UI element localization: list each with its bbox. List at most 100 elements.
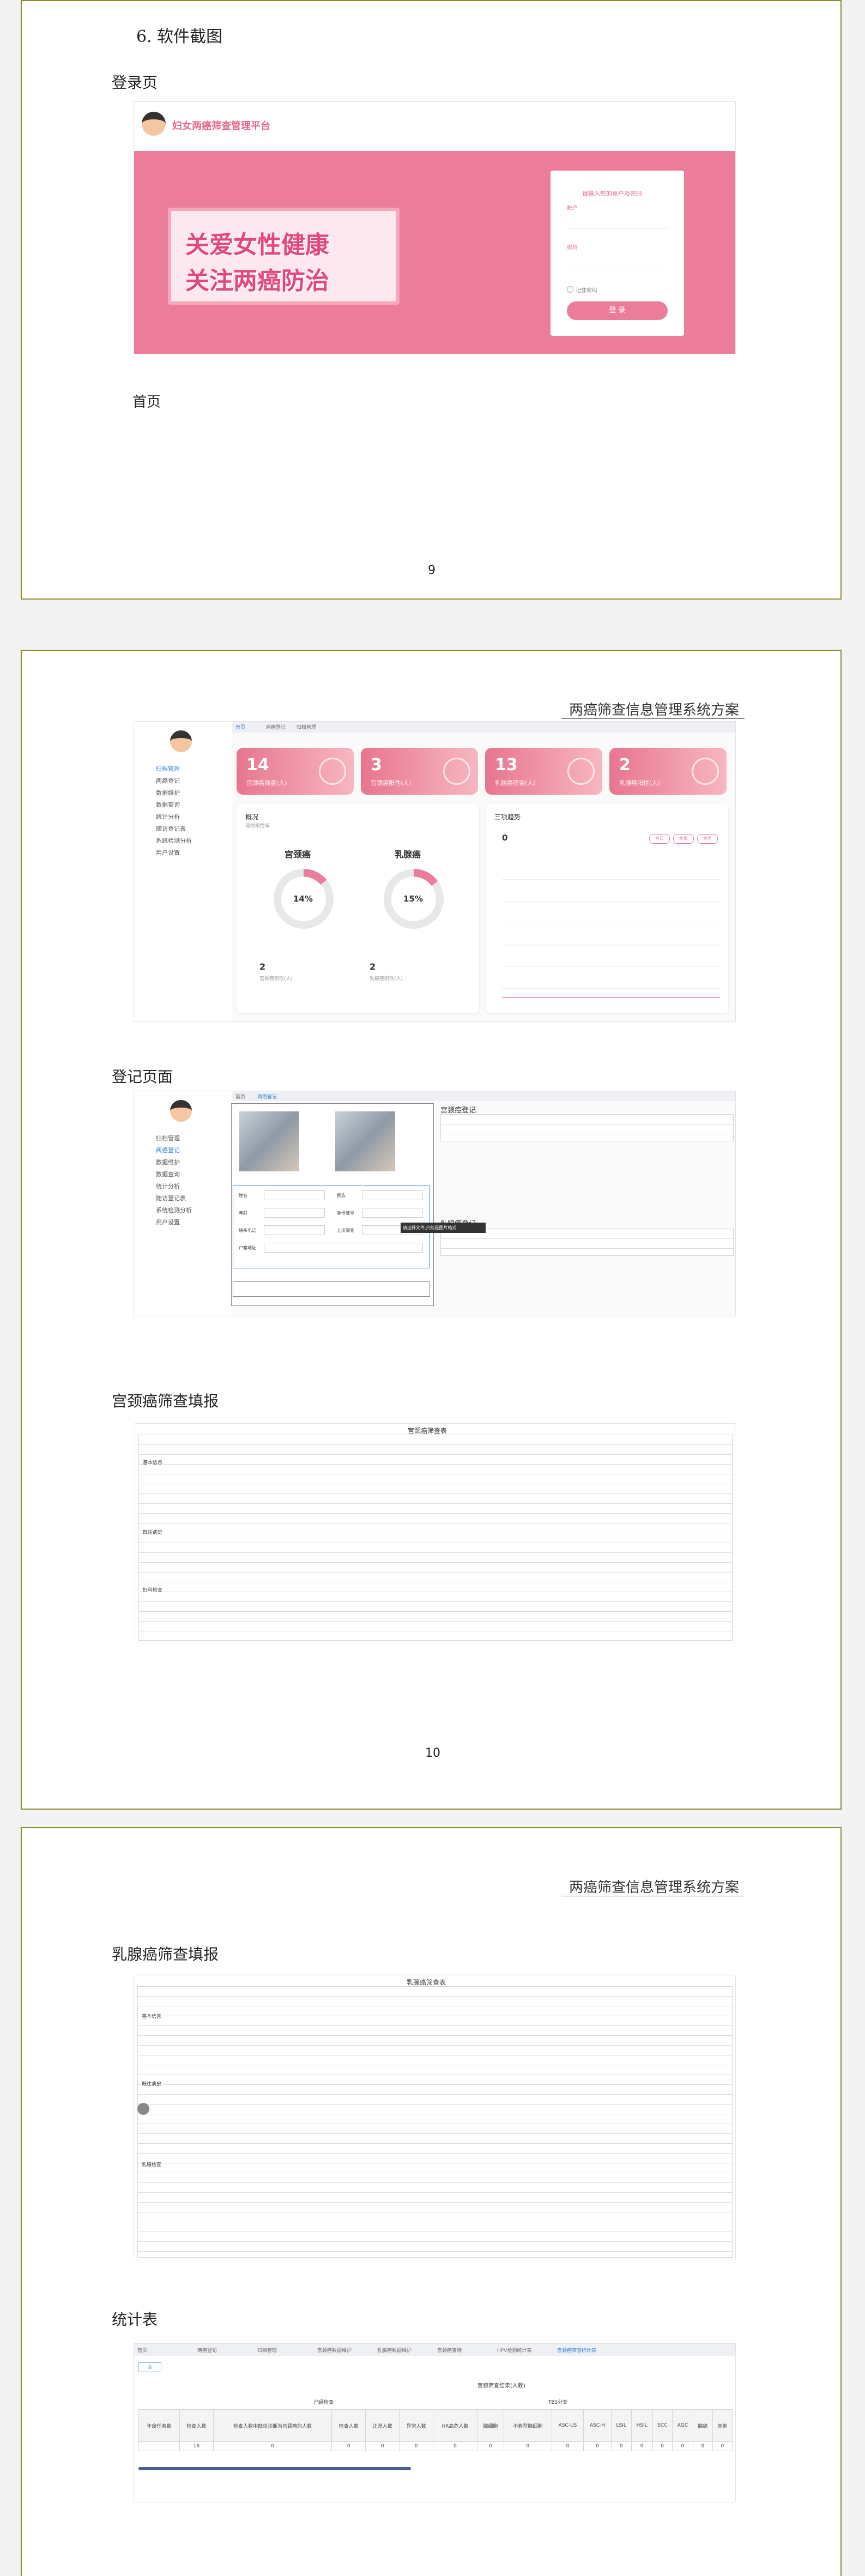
home-tab-1[interactable]: 两癌登记 <box>266 723 286 730</box>
form-input-1[interactable] <box>362 1190 423 1200</box>
stats-tab-5[interactable]: 宫颈癌查询 <box>437 2347 462 2354</box>
account-input[interactable] <box>567 212 668 229</box>
stats-column-header: 正常人数 <box>365 2409 400 2442</box>
chart-icon <box>443 758 470 785</box>
form-input-6[interactable] <box>264 1243 423 1253</box>
form-label-1: 民族 <box>337 1193 346 1198</box>
print-button[interactable]: ⎙ <box>138 2362 161 2372</box>
sidebar-item-1[interactable]: 两癌登记 <box>156 776 180 785</box>
breast-group-basic: 基本信息 <box>142 2012 162 2019</box>
cervical-count-label: 宫颈癌阳性(人) <box>259 976 293 982</box>
reg-sidebar-item-5[interactable]: 随访登记表 <box>156 1194 186 1202</box>
stats-column-header: 检查人数 <box>331 2409 366 2442</box>
breast-title: 乳腺癌 <box>395 849 421 860</box>
registration-form: 姓名 民族 年龄 身份证号 联系电话 上次筛查 户籍地址 请选择文件,只能是图片格式 <box>231 1103 486 1306</box>
stats-column-header: 腺癌 <box>692 2409 713 2442</box>
stats-column-header: HSIL <box>631 2409 653 2442</box>
stats-tab-4[interactable]: 乳腺癌数据维护 <box>377 2347 412 2354</box>
sidebar-item-0[interactable]: 归档管理 <box>156 764 180 773</box>
chart-icon <box>319 758 346 785</box>
table-scrollbar[interactable] <box>138 2467 411 2470</box>
trend-value: 0 <box>502 833 508 843</box>
sidebar-logo-icon <box>170 1100 192 1122</box>
reg-sidebar-item-4[interactable]: 统计分析 <box>156 1182 180 1190</box>
reg-sidebar-item-6[interactable]: 系统检测分析 <box>156 1206 192 1214</box>
cervical-count: 2 <box>259 962 266 972</box>
trend-filter-button-2[interactable]: 本月 <box>697 834 718 844</box>
stats-tab-6[interactable]: HPV检测统计表 <box>497 2347 531 2354</box>
trend-filter-button-1[interactable]: 本周 <box>673 834 694 844</box>
form-input-3[interactable] <box>362 1208 423 1218</box>
form-input-4[interactable] <box>264 1225 325 1235</box>
cervical-title: 宫颈癌 <box>285 849 311 860</box>
stats-column-header: LSIL <box>610 2409 632 2442</box>
stats-tab-2[interactable]: 归档管理 <box>257 2347 277 2354</box>
reg-sidebar-item-3[interactable]: 数据查询 <box>156 1170 180 1178</box>
stats-cell: 0 <box>365 2441 400 2451</box>
form-input-2[interactable] <box>264 1208 325 1218</box>
stats-sub-header: 已经检查 <box>314 2400 334 2405</box>
document-page-2: 两癌筛查信息管理系统方案 归档管理 两癌登记 数据维护 数据查询 统计分析 随访登记表 系统… <box>21 650 842 1810</box>
home-tab-0[interactable]: 首页 <box>235 723 245 730</box>
sidebar-item-2[interactable]: 数据维护 <box>156 788 180 797</box>
breast-count: 2 <box>370 962 376 972</box>
form-label-5: 上次筛查 <box>337 1228 354 1233</box>
stats-cell: 0 <box>331 2441 366 2451</box>
stats-tab-1[interactable]: 两癌登记 <box>197 2347 217 2354</box>
stats-cell: 0 <box>692 2441 713 2451</box>
stats-tab-0[interactable]: 首页 <box>137 2347 147 2354</box>
stats-cell: 0 <box>652 2441 673 2451</box>
stats-cell: 0 <box>551 2441 584 2451</box>
trend-chart-baseline <box>502 997 720 998</box>
section-heading: 6. 软件截图 <box>136 27 223 46</box>
stats-column-header: SCC <box>652 2409 673 2442</box>
sidebar-logo-icon <box>170 730 192 752</box>
stats-cell <box>138 2441 180 2451</box>
cervical-percent: 14% <box>293 894 313 904</box>
breast-count-label: 乳腺癌阳性(人) <box>370 976 403 982</box>
page-number-9: 9 <box>428 564 435 577</box>
form-label-2: 年龄 <box>239 1211 247 1216</box>
trend-panel: 三项趋势 0 今日 本周 本月 <box>486 803 728 1013</box>
password-input[interactable] <box>567 251 668 268</box>
form-input-0[interactable] <box>264 1190 325 1200</box>
account-label: 账户 <box>567 205 578 211</box>
reg-sidebar-item-7[interactable]: 用户设置 <box>156 1218 180 1226</box>
uploaded-photo-2 <box>335 1111 395 1171</box>
stats-group-header: 宫颈筛查结果(人数) <box>477 2383 525 2389</box>
breast-form-screenshot: 乳腺癌筛查表 基本信息 既往病史 乳腺检查 <box>134 1975 735 2259</box>
login-button[interactable]: 登 录 <box>567 301 668 320</box>
sidebar-item-6[interactable]: 系统检测分析 <box>156 836 192 845</box>
stats-tab-7[interactable]: 宫颈癌筛查统计表 <box>557 2347 596 2354</box>
form-label-6: 户籍地址 <box>239 1245 256 1250</box>
reg-tab-1[interactable]: 两癌登记 <box>257 1093 277 1100</box>
stats-cell: 0 <box>213 2441 332 2451</box>
overview-title: 概况 <box>245 813 259 821</box>
reg-sidebar-item-0[interactable]: 归档管理 <box>156 1134 180 1142</box>
form-label-0: 姓名 <box>239 1193 247 1198</box>
reg-sidebar-item-2[interactable]: 数据维护 <box>156 1158 180 1166</box>
stats-tbs-header: TBS分类 <box>548 2400 568 2405</box>
trend-filter-button-0[interactable]: 今日 <box>649 834 670 844</box>
breast-form-title: 乳腺癌筛查表 <box>407 1979 446 1986</box>
remember-label: 记住密码 <box>576 288 597 294</box>
reg-sidebar-item-1[interactable]: 两癌登记 <box>156 1146 180 1154</box>
form-label-3: 身份证号 <box>337 1211 354 1216</box>
stat-card-breast-positive: 2 乳腺癌阳性(人) <box>609 748 727 795</box>
banner-board: 关爱女性健康 关注两癌防治 <box>168 208 400 305</box>
reg-tab-0[interactable]: 首页 <box>235 1093 245 1100</box>
stat-card-cervical-screened: 14 宫颈癌筛查(人) <box>237 748 354 795</box>
stats-tab-3[interactable]: 宫颈癌数据维护 <box>317 2347 352 2354</box>
caption-home: 首页 <box>132 394 161 410</box>
home-tab-2[interactable]: 归档管理 <box>297 723 316 730</box>
password-label: 密码 <box>567 245 578 251</box>
register-screenshot: 归档管理 两癌登记 数据维护 数据查询 统计分析 随访登记表 系统检测分析 用户设置 首页 两癌… <box>134 1091 735 1316</box>
sidebar-item-7[interactable]: 用户设置 <box>156 848 180 857</box>
scroll-handle-icon[interactable] <box>137 2103 149 2115</box>
form-label-4: 联系电话 <box>239 1228 256 1233</box>
sidebar-item-3[interactable]: 数据查询 <box>156 800 180 809</box>
sidebar-item-4[interactable]: 统计分析 <box>156 812 180 821</box>
sidebar-item-5[interactable]: 随访登记表 <box>156 824 186 833</box>
remember-checkbox[interactable] <box>567 286 573 293</box>
stats-cell: 0 <box>672 2441 693 2451</box>
